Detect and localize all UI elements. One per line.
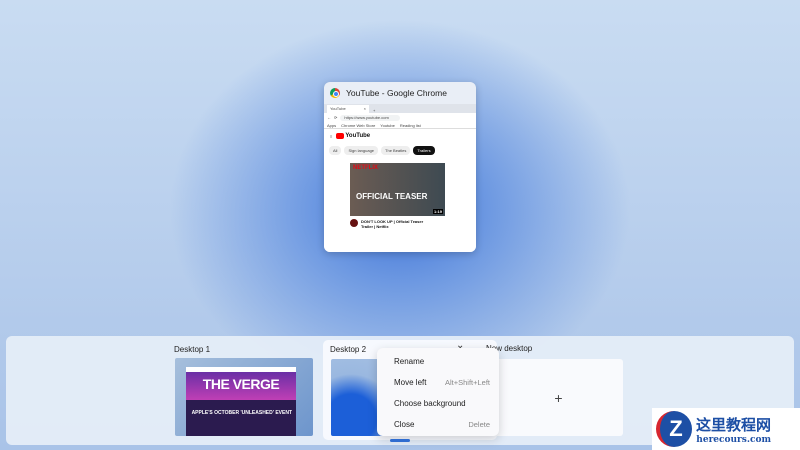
menu-item-choose-background[interactable]: Choose background (377, 393, 499, 414)
verge-headline: APPLE'S OCTOBER 'UNLEASHED' EVENT (191, 410, 292, 416)
netflix-logo: NETFLIX (353, 165, 378, 171)
desktop-2-label: Desktop 2 (330, 345, 367, 354)
back-icon: ← (327, 115, 331, 120)
watermark: Z 这里教程网 herecours.com (652, 408, 800, 450)
chip: The Beatles (381, 146, 411, 155)
video-thumbnail: NETFLIX OFFICIAL TEASER 1:19 (350, 163, 445, 216)
bookmark: Reading list (399, 123, 421, 128)
desktop-1-label: Desktop 1 (174, 345, 211, 354)
video-duration: 1:19 (432, 209, 443, 214)
url-bar: https://www.youtube.com (340, 114, 401, 121)
window-title-bar: YouTube - Google Chrome (324, 82, 476, 104)
bookmark: Youtube (380, 123, 395, 128)
watermark-logo: Z (656, 411, 692, 447)
context-menu: Rename Move left Alt+Shift+Left Choose ba… (377, 348, 499, 436)
browser-content: YouTube × + ← ⟳ https://www.youtube.com Apps… (324, 104, 476, 252)
chip: Trailers (413, 146, 435, 155)
close-icon: × (363, 106, 366, 111)
bookmark: Chrome Web Store (341, 123, 376, 128)
menu-item-move-left[interactable]: Move left Alt+Shift+Left (377, 372, 499, 393)
video-title: DON'T LOOK UP | Official Teaser Trailer … (361, 219, 424, 229)
new-desktop-button[interactable]: + (494, 359, 623, 436)
menu-item-rename[interactable]: Rename (377, 351, 499, 372)
chip: Sign language (344, 146, 379, 155)
watermark-title: 这里教程网 (696, 415, 772, 434)
window-preview-chrome[interactable]: YouTube - Google Chrome YouTube × + ← ⟳ http… (324, 82, 476, 252)
bookmark: Apps (327, 123, 337, 128)
menu-item-close[interactable]: Close Delete (377, 414, 499, 435)
verge-title: THE VERGE (186, 372, 296, 400)
window-title: YouTube - Google Chrome (346, 88, 447, 98)
browser-tab: YouTube × (327, 105, 369, 113)
thumb-overlay: OFFICIAL TEASER (356, 192, 428, 201)
chip: All (329, 146, 342, 155)
new-tab-icon: + (373, 108, 376, 113)
bookmarks-bar: Apps Chrome Web Store Youtube Reading li… (324, 122, 476, 129)
plus-icon: + (554, 389, 563, 406)
watermark-url: herecours.com (696, 434, 772, 445)
channel-avatar (350, 219, 358, 227)
youtube-logo: YouTube (336, 133, 370, 139)
menu-icon: ≡ (330, 133, 333, 139)
chrome-icon (330, 88, 340, 98)
active-desktop-indicator (390, 439, 410, 442)
desktop-1-thumbnail[interactable]: THE VERGE APPLE'S OCTOBER 'UNLEASHED' EVE… (175, 358, 313, 436)
reload-icon: ⟳ (334, 115, 338, 120)
tab-label: YouTube (330, 106, 346, 111)
